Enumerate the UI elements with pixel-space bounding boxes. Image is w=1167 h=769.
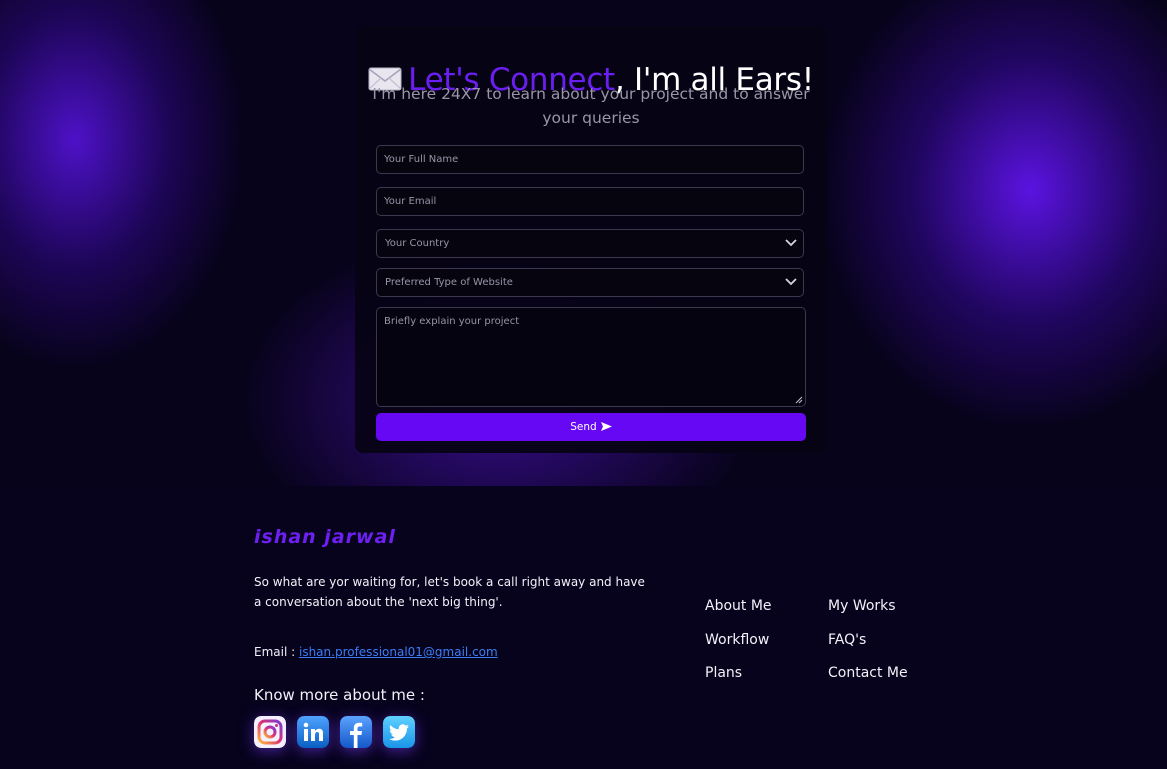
chevron-down-icon bbox=[785, 278, 797, 286]
twitter-icon[interactable] bbox=[383, 716, 415, 748]
resize-handle-icon[interactable] bbox=[795, 396, 803, 404]
full-name-input[interactable]: Your Full Name bbox=[376, 145, 804, 174]
email-link[interactable]: ishan.professional01@gmail.com bbox=[299, 645, 498, 659]
full-name-placeholder: Your Full Name bbox=[384, 154, 459, 165]
facebook-icon[interactable] bbox=[340, 716, 372, 748]
website-type-select[interactable]: Preferred Type of Website bbox=[376, 268, 804, 297]
project-placeholder: Briefly explain your project bbox=[384, 316, 520, 327]
nav-faqs[interactable]: FAQ's bbox=[828, 632, 866, 648]
footer-email: Email : ishan.professional01@gmail.com bbox=[254, 645, 498, 659]
nav-workflow[interactable]: Workflow bbox=[705, 632, 769, 648]
send-button[interactable]: Send bbox=[376, 413, 806, 441]
footer-brand: ishan jarwal bbox=[254, 526, 396, 548]
nav-plans[interactable]: Plans bbox=[705, 665, 742, 681]
nav-contact-me[interactable]: Contact Me bbox=[828, 665, 908, 681]
nav-my-works[interactable]: My Works bbox=[828, 598, 896, 614]
email-label: Email : bbox=[254, 645, 296, 659]
country-select[interactable]: Your Country bbox=[376, 229, 804, 258]
website-type-placeholder: Preferred Type of Website bbox=[385, 277, 513, 288]
nav-about-me[interactable]: About Me bbox=[705, 598, 772, 614]
country-placeholder: Your Country bbox=[385, 238, 450, 249]
chevron-down-icon bbox=[785, 239, 797, 247]
contact-subtitle: I'm here 24X7 to learn about your projec… bbox=[372, 85, 810, 127]
email-input[interactable]: Your Email bbox=[376, 187, 804, 216]
linkedin-icon[interactable] bbox=[297, 716, 329, 748]
footer-blurb: So what are yor waiting for, let's book … bbox=[254, 575, 645, 609]
instagram-icon[interactable] bbox=[254, 716, 286, 748]
project-textarea[interactable]: Briefly explain your project bbox=[376, 307, 806, 407]
footer-background bbox=[0, 486, 1167, 769]
send-label: Send bbox=[570, 421, 597, 433]
send-arrow-icon bbox=[600, 422, 612, 431]
know-more-heading: Know more about me : bbox=[254, 686, 425, 704]
email-placeholder: Your Email bbox=[384, 196, 437, 207]
